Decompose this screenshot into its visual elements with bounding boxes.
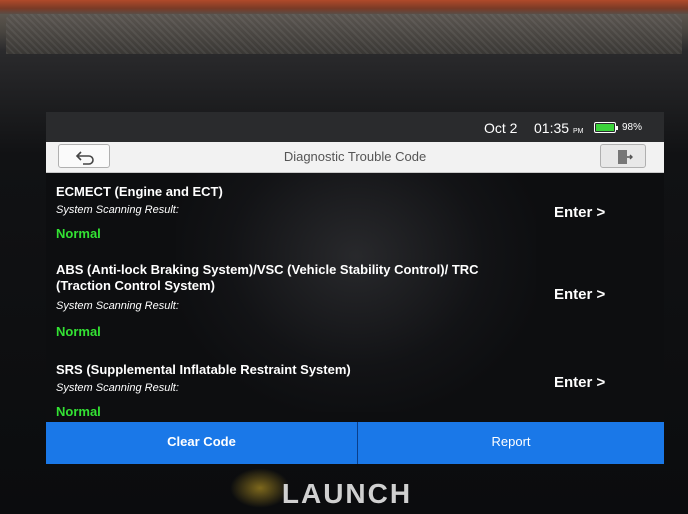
scan-result-value: Normal [56,226,101,241]
device-top-edge [0,0,688,14]
enter-button[interactable]: Enter > [554,374,605,391]
scan-result-label: System Scanning Result: [56,382,179,394]
status-date: Oct 2 [484,120,518,136]
status-time: 01:35 PM [534,120,583,136]
exit-door-icon [618,150,633,164]
enter-button[interactable]: Enter > [554,286,605,303]
device-body: LAUNCH Oct 2 01:35 PM 98% Diagnostic Tro… [0,0,688,514]
bottom-action-bar: Clear Code Report [46,422,664,464]
report-button[interactable]: Report [358,422,664,464]
battery-icon [594,122,618,133]
system-name: ABS (Anti-lock Braking System)/VSC (Vehi… [56,262,479,293]
scan-result-label: System Scanning Result: [56,204,179,216]
clear-code-button[interactable]: Clear Code [46,422,357,464]
system-name: ECMECT (Engine and ECT) [56,184,223,199]
list-item-abs-vsc-trc[interactable]: ABS (Anti-lock Braking System)/VSC (Vehi… [46,260,664,340]
battery-percent: 98% [622,122,643,133]
exit-button[interactable] [600,144,646,168]
list-item-srs[interactable]: SRS (Supplemental Inflatable Restraint S… [46,360,664,422]
status-ampm: PM [572,128,584,135]
page-title: Diagnostic Trouble Code [283,149,427,164]
title-bar: Diagnostic Trouble Code [46,142,664,173]
scan-result-label: System Scanning Result: [56,300,179,312]
status-bar: Oct 2 01:35 PM 98% [46,112,664,142]
scan-result-value: Normal [56,324,101,339]
battery-fill [596,124,614,131]
battery-tip [616,126,618,130]
launch-logo: LAUNCH [281,478,413,509]
status-time-value: 01:35 [534,120,570,136]
system-name: SRS (Supplemental Inflatable Restraint S… [56,362,351,377]
enter-button[interactable]: Enter > [554,204,605,221]
list-item-ecmect[interactable]: ECMECT (Engine and ECT) System Scanning … [46,182,664,252]
device-screen: Oct 2 01:35 PM 98% Diagnostic Trouble Co… [46,112,664,464]
device-bezel [6,14,682,54]
scan-result-value: Normal [56,404,101,419]
